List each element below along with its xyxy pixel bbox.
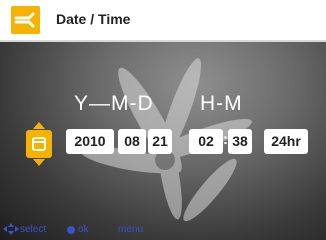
select-hint: select [20,224,47,235]
arrow-up-icon[interactable] [26,122,52,130]
hour-field[interactable]: 02 [189,129,223,154]
title-bar: Date / Time [0,0,326,42]
clock-mode-field[interactable]: 24hr [264,129,308,154]
scissors-wrench-icon [14,12,35,28]
calendar-icon [32,137,46,151]
arrow-down-icon[interactable] [26,159,52,167]
dpad-icon [3,223,19,235]
menu-hint: menu [118,224,144,235]
ok-hint: ok [78,224,89,235]
settings-tab-icon[interactable] [11,6,40,34]
page-title: Date / Time [56,11,131,27]
footer-hints: select ok menu [0,220,326,240]
month-field[interactable]: 08 [118,129,146,154]
time-format-label: H-M [200,92,243,115]
day-field[interactable]: 21 [148,129,172,154]
selector-box [26,130,52,158]
date-time-screen: Date / Time Y—M-D H-M 2010 08 21 02 : 38… [0,0,326,240]
date-format-label: Y—M-D [74,92,154,115]
ok-button-icon [67,226,75,234]
field-selector[interactable] [26,122,52,166]
minute-field[interactable]: 38 [228,129,252,154]
year-field[interactable]: 2010 [66,129,114,154]
